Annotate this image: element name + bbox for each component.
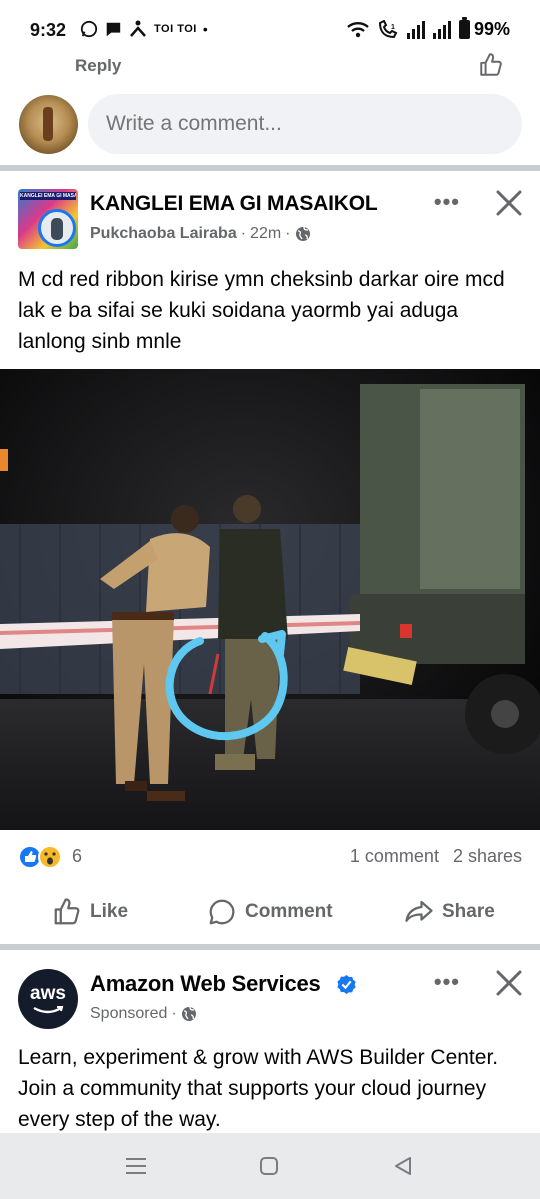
photo-scene <box>0 369 540 830</box>
verified-badge-icon <box>337 975 356 994</box>
page-avatar[interactable]: KANGLEI EMA GI MASAIKOL <box>18 189 78 249</box>
previous-comment-reply-bar: Reply <box>0 50 540 90</box>
feed-separator <box>0 165 540 171</box>
reply-link[interactable]: Reply <box>75 56 121 76</box>
advertiser-name[interactable]: Amazon Web Services <box>90 971 321 997</box>
aws-smile-icon <box>33 1006 64 1014</box>
close-icon[interactable] <box>495 189 523 217</box>
system-navigation-bar <box>0 1133 540 1199</box>
reaction-count: 6 <box>72 846 83 866</box>
thumbs-up-icon[interactable] <box>478 52 504 78</box>
share-icon <box>405 900 433 922</box>
reaction-summary[interactable]: 6 1 comment 2 shares <box>0 838 540 874</box>
post-photo[interactable] <box>0 369 540 830</box>
post-actions: Like Comment Share <box>0 888 540 938</box>
aws-logo-text: aws <box>30 983 66 1004</box>
whatsapp-icon <box>80 20 98 38</box>
shares-count[interactable]: 2 shares <box>453 846 522 867</box>
comment-input[interactable] <box>88 94 522 154</box>
globe-icon <box>295 226 310 241</box>
carrier-text: TOI TOI <box>154 23 197 35</box>
post-author[interactable]: Pukchaoba Lairaba <box>90 225 237 243</box>
like-button[interactable]: Like <box>52 888 128 936</box>
svg-text:1: 1 <box>391 24 395 31</box>
globe-icon <box>181 1006 196 1021</box>
comment-label: Comment <box>245 901 333 922</box>
battery-icon <box>458 17 470 39</box>
more-options-button[interactable]: ••• <box>434 189 460 215</box>
post-meta: Pukchaoba Lairaba · 22m · <box>90 225 311 243</box>
wifi-icon <box>347 21 369 37</box>
share-button[interactable]: Share <box>404 888 495 936</box>
aws-logo[interactable]: aws <box>18 969 78 1029</box>
chat-bubble-icon <box>105 22 121 37</box>
post-time[interactable]: 22m <box>250 225 281 243</box>
close-icon[interactable] <box>495 969 523 997</box>
thumbs-up-icon <box>54 898 80 925</box>
recent-apps-icon[interactable] <box>125 1157 147 1175</box>
more-notifications-dot: • <box>202 21 208 37</box>
comments-count[interactable]: 1 comment <box>350 846 439 867</box>
share-label: Share <box>442 901 495 922</box>
like-wow-reaction-icons <box>18 845 62 869</box>
page-avatar-banner: KANGLEI EMA GI MASAIKOL <box>20 192 76 200</box>
signal-1-icon <box>406 20 425 39</box>
home-icon[interactable] <box>259 1156 279 1176</box>
feed-separator <box>0 944 540 950</box>
ad-meta: Sponsored · <box>90 1005 197 1023</box>
volte-call-icon: 1 <box>378 19 398 38</box>
signal-2-icon <box>432 20 451 39</box>
comment-icon <box>209 899 235 925</box>
comment-composer <box>0 90 540 162</box>
ad-text: Learn, experiment & grow with AWS Builde… <box>18 1046 499 1131</box>
ad-more-options-button[interactable]: ••• <box>434 969 460 995</box>
back-icon[interactable] <box>393 1156 413 1176</box>
like-label: Like <box>90 901 129 922</box>
accessibility-icon <box>130 20 146 37</box>
comment-button[interactable]: Comment <box>207 888 333 936</box>
user-avatar[interactable] <box>19 95 78 154</box>
notification-icons: TOI TOI • <box>80 20 208 38</box>
post-text: M cd red ribbon kirise ymn cheksinb dark… <box>18 268 505 353</box>
status-time: 9:32 <box>30 20 67 40</box>
battery-percent: 99% <box>473 19 510 39</box>
page-name[interactable]: KANGLEI EMA GI MASAIKOL <box>90 192 378 216</box>
sponsored-label[interactable]: Sponsored <box>90 1005 167 1023</box>
